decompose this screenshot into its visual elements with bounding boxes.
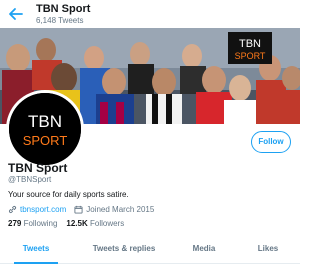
avatar-logo-line1: TBN	[28, 112, 62, 131]
profile-tabs: Tweets Tweets & replies Media Likes	[0, 240, 300, 264]
bio: Your source for daily sports satire.	[8, 190, 129, 199]
followers-link[interactable]: 12.5K Followers	[66, 219, 124, 228]
following-label: Following	[23, 219, 58, 228]
tab-likes[interactable]: Likes	[250, 240, 286, 264]
followers-count: 12.5K	[66, 219, 88, 228]
display-name: TBN Sport	[8, 161, 68, 175]
avatar-logo-line2: SPORT	[23, 133, 68, 148]
following-link[interactable]: 279 Following	[8, 219, 57, 228]
tab-media[interactable]: Media	[184, 240, 224, 264]
follow-button[interactable]: Follow	[251, 131, 291, 153]
tab-tweets[interactable]: Tweets	[14, 240, 58, 264]
tab-tweets-and-replies[interactable]: Tweets & replies	[82, 240, 166, 264]
followers-label: Followers	[89, 219, 125, 228]
header-title: TBN Sport	[36, 3, 91, 15]
following-count: 279	[8, 219, 22, 228]
avatar[interactable]: TBN SPORT	[6, 90, 84, 168]
back-arrow-icon[interactable]	[8, 6, 24, 22]
banner-logo-line1: TBN	[239, 38, 261, 50]
joined-date: Joined March 2015	[86, 204, 155, 214]
tweet-count: 6,148 Tweets	[36, 16, 84, 25]
website-link[interactable]: tbnsport.com	[20, 205, 66, 214]
calendar-icon	[74, 205, 83, 214]
link-icon	[8, 205, 17, 213]
top-bar: TBN Sport 6,148 Tweets	[0, 0, 300, 28]
profile-meta: tbnsport.com Joined March 2015	[8, 203, 154, 215]
banner-logo-line2: SPORT	[235, 51, 266, 61]
handle: @TBNSport	[8, 175, 52, 184]
follow-stats: 279 Following 12.5K Followers	[8, 219, 124, 228]
